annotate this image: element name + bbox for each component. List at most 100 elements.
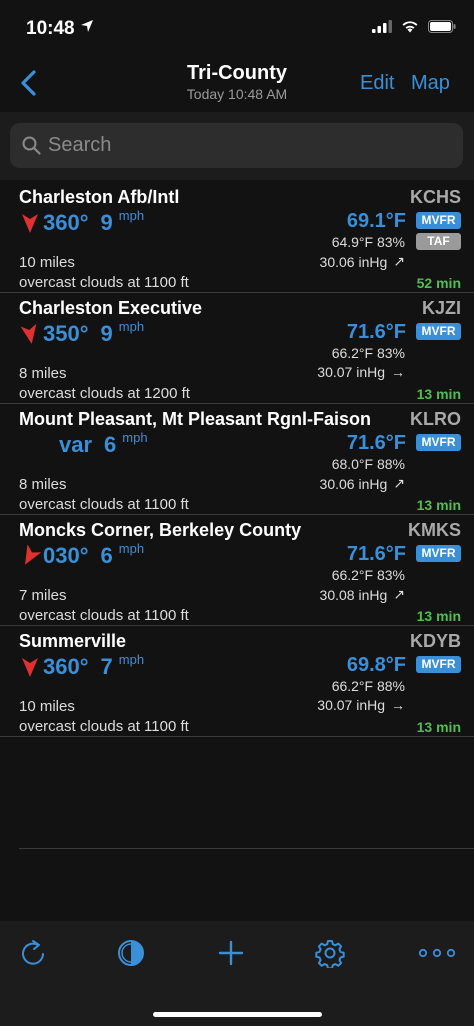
pressure-group: 30.06 inHg ↗ bbox=[320, 475, 405, 492]
status-indicators bbox=[372, 20, 456, 33]
station-ident: KLRO bbox=[410, 409, 461, 429]
wind-unit: mph bbox=[122, 430, 148, 445]
report-age: 13 min bbox=[416, 608, 461, 624]
add-icon[interactable] bbox=[216, 938, 246, 968]
wind-direction: 360° bbox=[43, 654, 89, 679]
pressure-trend-icon: → bbox=[391, 364, 405, 380]
visibility: 10 miles bbox=[19, 698, 75, 715]
temperature: 71.6°F bbox=[346, 432, 406, 454]
station-list: Charleston Afb/Intl KCHS 360° 9 mph 69.1°F MVF… bbox=[0, 182, 474, 737]
contrast-icon[interactable] bbox=[116, 938, 146, 968]
wind-speed: 9 bbox=[100, 210, 113, 235]
edit-button[interactable]: Edit bbox=[360, 72, 394, 95]
cellular-signal-icon bbox=[372, 20, 392, 33]
visibility: 7 miles bbox=[19, 587, 67, 604]
taf-badge[interactable]: TAF bbox=[416, 233, 461, 250]
temperature: 71.6°F bbox=[346, 321, 406, 343]
dewpoint-humidity: 66.2°F 83% bbox=[331, 567, 405, 583]
dewpoint-humidity: 66.2°F 83% bbox=[331, 345, 405, 361]
station-name: Charleston Afb/Intl bbox=[19, 187, 180, 207]
station-name: Moncks Corner, Berkeley County bbox=[19, 520, 302, 540]
pressure-value: 30.07 inHg bbox=[317, 697, 385, 713]
dewpoint-humidity: 66.2°F 88% bbox=[331, 678, 405, 694]
station-row[interactable]: Moncks Corner, Berkeley County KMKS 030° 6 m… bbox=[0, 515, 474, 626]
pressure-value: 30.07 inHg bbox=[317, 364, 385, 380]
temperature: 69.8°F bbox=[346, 654, 406, 676]
search-area bbox=[0, 112, 474, 180]
pressure-value: 30.06 inHg bbox=[319, 253, 388, 270]
search-icon bbox=[22, 136, 41, 155]
wind-unit: mph bbox=[118, 541, 145, 556]
battery-icon bbox=[428, 20, 456, 33]
nav-title-group: Tri-County Today 10:48 AM bbox=[0, 62, 474, 102]
wind-direction-arrow-icon bbox=[20, 323, 37, 344]
wind-direction-arrow-icon bbox=[22, 658, 38, 677]
wifi-icon bbox=[402, 21, 418, 33]
home-indicator bbox=[153, 1012, 322, 1017]
wind-group: 360° 7 mph bbox=[19, 652, 145, 680]
pressure-value: 30.08 inHg bbox=[319, 586, 388, 603]
pressure-group: 30.06 inHg ↗ bbox=[320, 253, 405, 270]
wind-direction-arrow-icon bbox=[22, 214, 38, 233]
location-arrow-icon bbox=[81, 20, 93, 32]
more-icon[interactable] bbox=[418, 938, 456, 968]
weather-description: overcast clouds at 1100 ft bbox=[19, 496, 189, 513]
station-name: Summerville bbox=[19, 631, 127, 651]
search-bar[interactable] bbox=[10, 123, 463, 168]
station-ident: KMKS bbox=[408, 520, 461, 540]
weather-description: overcast clouds at 1200 ft bbox=[19, 385, 190, 402]
pressure-group: 30.08 inHg ↗ bbox=[320, 586, 405, 603]
flight-category-badge: MVFR bbox=[416, 656, 461, 673]
wind-direction-arrow-icon bbox=[19, 434, 57, 456]
refresh-icon[interactable] bbox=[18, 938, 48, 968]
wind-group: 350° 9 mph bbox=[19, 319, 144, 347]
wind-direction-arrow-icon bbox=[25, 545, 41, 565]
visibility: 8 miles bbox=[19, 476, 67, 493]
visibility: 8 miles bbox=[19, 365, 67, 382]
temperature: 71.6°F bbox=[346, 543, 406, 565]
gear-icon[interactable] bbox=[315, 938, 345, 968]
wind-speed: 7 bbox=[100, 654, 113, 679]
wind-unit: mph bbox=[118, 652, 145, 667]
station-ident: KJZI bbox=[421, 298, 461, 318]
wind-group: 030° 6 mph bbox=[19, 541, 145, 569]
pressure-trend-icon: → bbox=[391, 697, 405, 713]
pressure-trend-icon: ↗ bbox=[393, 586, 405, 602]
flight-category-badge: MVFR bbox=[416, 434, 461, 451]
pressure-group: 30.07 inHg → bbox=[317, 697, 405, 713]
dewpoint-humidity: 68.0°F 88% bbox=[331, 456, 405, 472]
page-subtitle: Today 10:48 AM bbox=[186, 86, 288, 102]
pressure-value: 30.06 inHg bbox=[319, 475, 388, 492]
wind-speed: 6 bbox=[104, 432, 117, 457]
wind-group: 360° 9 mph bbox=[19, 208, 145, 236]
weather-description: overcast clouds at 1100 ft bbox=[19, 274, 189, 291]
station-row[interactable]: Mount Pleasant, Mt Pleasant Rgnl-Faison K… bbox=[0, 404, 474, 515]
wind-direction: var bbox=[59, 432, 93, 457]
station-row[interactable]: Charleston Afb/Intl KCHS 360° 9 mph 69.1°F MVF… bbox=[0, 182, 474, 293]
report-age: 13 min bbox=[416, 719, 461, 735]
pressure-group: 30.07 inHg → bbox=[317, 364, 405, 380]
flight-category-badge: MVFR bbox=[416, 212, 461, 229]
pressure-trend-icon: ↗ bbox=[393, 475, 405, 491]
wind-unit: mph bbox=[118, 208, 145, 223]
wind-direction: 030° bbox=[43, 543, 89, 568]
station-row[interactable]: Charleston Executive KJZI 350° 9 mph 71.6°F MV… bbox=[0, 293, 474, 404]
pressure-trend-icon: ↗ bbox=[393, 253, 405, 269]
wind-direction: 360° bbox=[43, 210, 89, 235]
map-button[interactable]: Map bbox=[411, 72, 450, 95]
station-name: Charleston Executive bbox=[19, 298, 203, 318]
station-row[interactable]: Summerville KDYB 360° 7 mph 69.8°F MVFR 66.2°F … bbox=[0, 626, 474, 737]
station-name: Mount Pleasant, Mt Pleasant Rgnl-Faison bbox=[19, 409, 372, 429]
wind-direction: 350° bbox=[43, 321, 89, 346]
navigation-bar: Tri-County Today 10:48 AM Edit Map bbox=[0, 58, 474, 112]
weather-description: overcast clouds at 1100 ft bbox=[19, 607, 189, 624]
wind-group: var 6 mph bbox=[19, 430, 148, 458]
flight-category-badge: MVFR bbox=[416, 323, 461, 340]
wind-speed: 6 bbox=[100, 543, 113, 568]
wind-speed: 9 bbox=[100, 321, 113, 346]
status-time: 10:48 bbox=[26, 18, 75, 39]
report-age: 13 min bbox=[416, 386, 461, 402]
list-divider bbox=[19, 848, 474, 849]
search-input[interactable] bbox=[48, 123, 448, 168]
flight-category-badge: MVFR bbox=[416, 545, 461, 562]
